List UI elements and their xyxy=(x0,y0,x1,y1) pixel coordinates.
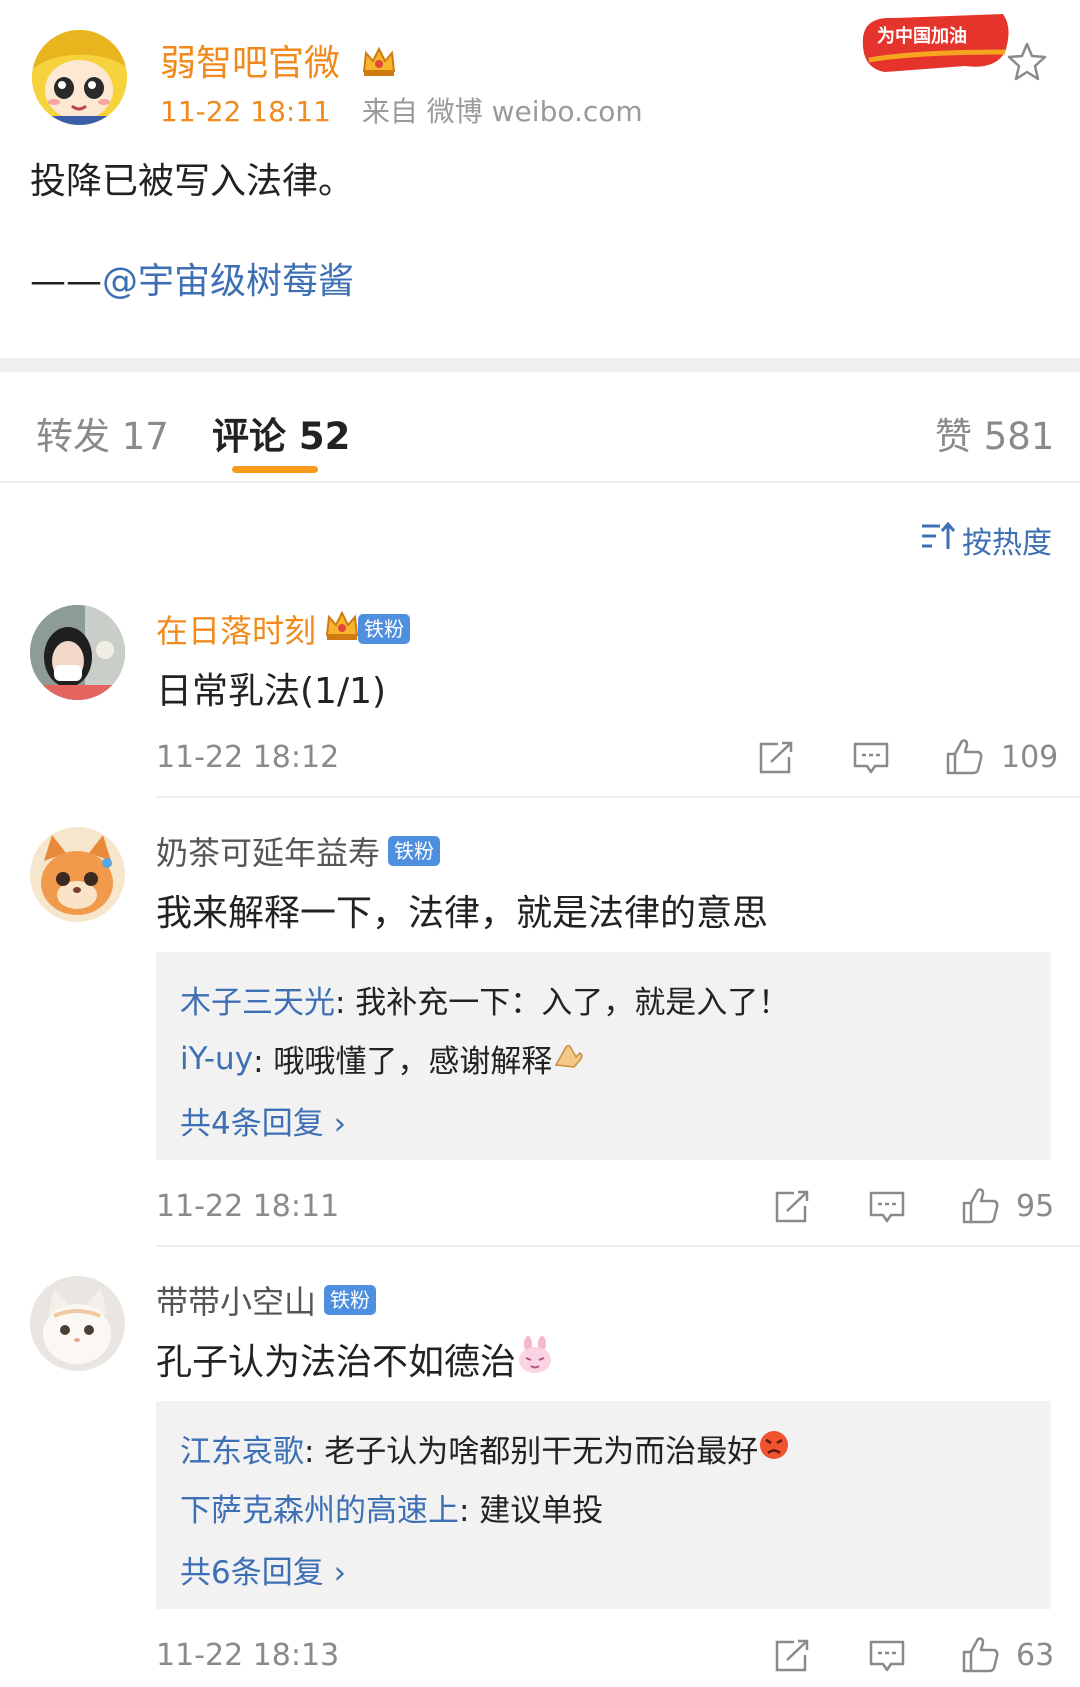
comment-time: 11-22 18:12 xyxy=(156,740,340,775)
commenter-name[interactable]: 奶茶可延年益寿 铁粉 xyxy=(156,828,441,874)
sort-label: 按热度 xyxy=(962,526,1052,561)
pink-bunny-emoji-icon xyxy=(516,1335,554,1383)
reply-text: : 老子认为啥都别干无为而治最好 xyxy=(304,1434,759,1470)
comment-time: 11-22 18:13 xyxy=(156,1638,340,1673)
view-more-replies-link[interactable]: 共4条回复 › xyxy=(180,1098,346,1143)
crown-icon xyxy=(361,45,397,86)
thanks-hands-emoji-icon xyxy=(552,1039,584,1079)
tab-repost[interactable]: 转发 17 xyxy=(36,406,169,460)
promo-badge[interactable]: 为中国加油 xyxy=(855,8,1015,80)
reply-author[interactable]: 下萨克森州的高速上 xyxy=(180,1493,459,1529)
view-more-replies-link[interactable]: 共6条回复 › xyxy=(180,1547,346,1592)
like-count: 63 xyxy=(1016,1638,1055,1673)
tab-divider xyxy=(0,481,1080,483)
tab-like[interactable]: 赞 581 xyxy=(935,406,1054,460)
commenter-avatar[interactable] xyxy=(30,827,125,922)
poster-name[interactable]: 弱智吧官微 xyxy=(160,34,397,86)
comment-divider xyxy=(156,1245,1080,1247)
crown-icon xyxy=(324,609,360,649)
reply-line: iY-uy: 哦哦懂了，感谢解释 xyxy=(180,1036,584,1081)
reply-preview-box[interactable]: 江东哀歌: 老子认为啥都别干无为而治最好 下萨克森州的高速上: 建议单投 共6条… xyxy=(156,1401,1051,1609)
reply-line: 下萨克森州的高速上: 建议单投 xyxy=(180,1485,603,1530)
share-icon[interactable] xyxy=(772,1638,812,1674)
comment-text-line: 孔子认为法治不如德治 xyxy=(156,1333,554,1385)
sort-up-icon xyxy=(920,521,956,559)
like-thumb-icon[interactable] xyxy=(960,1185,1000,1224)
fan-badge: 铁粉 xyxy=(324,1285,377,1315)
favorite-star-icon[interactable] xyxy=(1006,40,1048,82)
comment-text: 日常乳法(1/1) xyxy=(156,671,387,712)
section-separator xyxy=(0,358,1080,372)
comment-text: 孔子认为法治不如德治 xyxy=(156,1342,517,1383)
comment-time: 11-22 18:11 xyxy=(156,1189,340,1224)
post-meta: 11-22 18:11 来自 微博 weibo.com xyxy=(160,90,643,130)
post-body: 投降已被写入法律。 xyxy=(30,161,355,202)
reply-line: 木子三天光: 我补充一下：入了，就是入了！ xyxy=(180,977,789,1022)
reply-author[interactable]: 木子三天光 xyxy=(180,985,335,1021)
like-count: 109 xyxy=(1001,740,1059,775)
fan-badge: 铁粉 xyxy=(358,614,411,644)
active-tab-indicator xyxy=(232,466,318,473)
comment-text: 我来解释一下，法律，就是法律的意思 xyxy=(156,893,769,934)
fan-badge: 铁粉 xyxy=(388,836,441,866)
post-time: 11-22 18:11 xyxy=(160,95,331,128)
post-source: 来自 微博 weibo.com xyxy=(361,95,643,128)
commenter-name-text: 带带小空山 xyxy=(156,1283,317,1321)
share-icon[interactable] xyxy=(756,740,796,776)
commenter-name-text: 在日落时刻 xyxy=(156,612,317,650)
mention-link[interactable]: @宇宙级树莓酱 xyxy=(102,261,354,302)
angry-face-emoji-icon xyxy=(758,1429,790,1469)
reply-text: : 我补充一下：入了，就是入了！ xyxy=(335,985,790,1021)
reply-author[interactable]: 江东哀歌 xyxy=(180,1426,304,1471)
like-thumb-icon[interactable] xyxy=(944,736,984,775)
commenter-avatar[interactable] xyxy=(30,605,125,700)
comment-divider xyxy=(156,796,1080,798)
reply-preview-box[interactable]: 木子三天光: 我补充一下：入了，就是入了！ iY-uy: 哦哦懂了，感谢解释 共… xyxy=(156,952,1051,1160)
mention-dash: —— xyxy=(30,261,102,302)
comment-icon[interactable] xyxy=(851,740,891,776)
reply-author[interactable]: iY-uy xyxy=(180,1041,253,1077)
commenter-name[interactable]: 在日落时刻 铁粉 xyxy=(156,606,411,652)
tab-comment[interactable]: 评论 52 xyxy=(212,406,350,460)
commenter-name-text: 奶茶可延年益寿 xyxy=(156,834,381,872)
poster-avatar[interactable] xyxy=(32,30,127,125)
comment-icon[interactable] xyxy=(867,1638,907,1674)
reply-text: : 哦哦懂了，感谢解释 xyxy=(253,1044,553,1080)
like-count: 95 xyxy=(1016,1189,1055,1224)
svg-text:为中国加油: 为中国加油 xyxy=(877,25,967,47)
poster-name-text: 弱智吧官微 xyxy=(160,43,341,84)
commenter-avatar[interactable] xyxy=(30,1276,125,1371)
post-mention-line: ——@宇宙级树莓酱 xyxy=(30,252,354,304)
commenter-name[interactable]: 带带小空山 铁粉 xyxy=(156,1277,377,1323)
sort-by-hot-button[interactable]: 按热度 xyxy=(920,518,1052,562)
comment-icon[interactable] xyxy=(867,1189,907,1225)
share-icon[interactable] xyxy=(772,1189,812,1225)
reply-text: : 建议单投 xyxy=(459,1493,604,1529)
reply-line: 江东哀歌: 老子认为啥都别干无为而治最好 xyxy=(180,1426,790,1471)
like-thumb-icon[interactable] xyxy=(960,1634,1000,1673)
